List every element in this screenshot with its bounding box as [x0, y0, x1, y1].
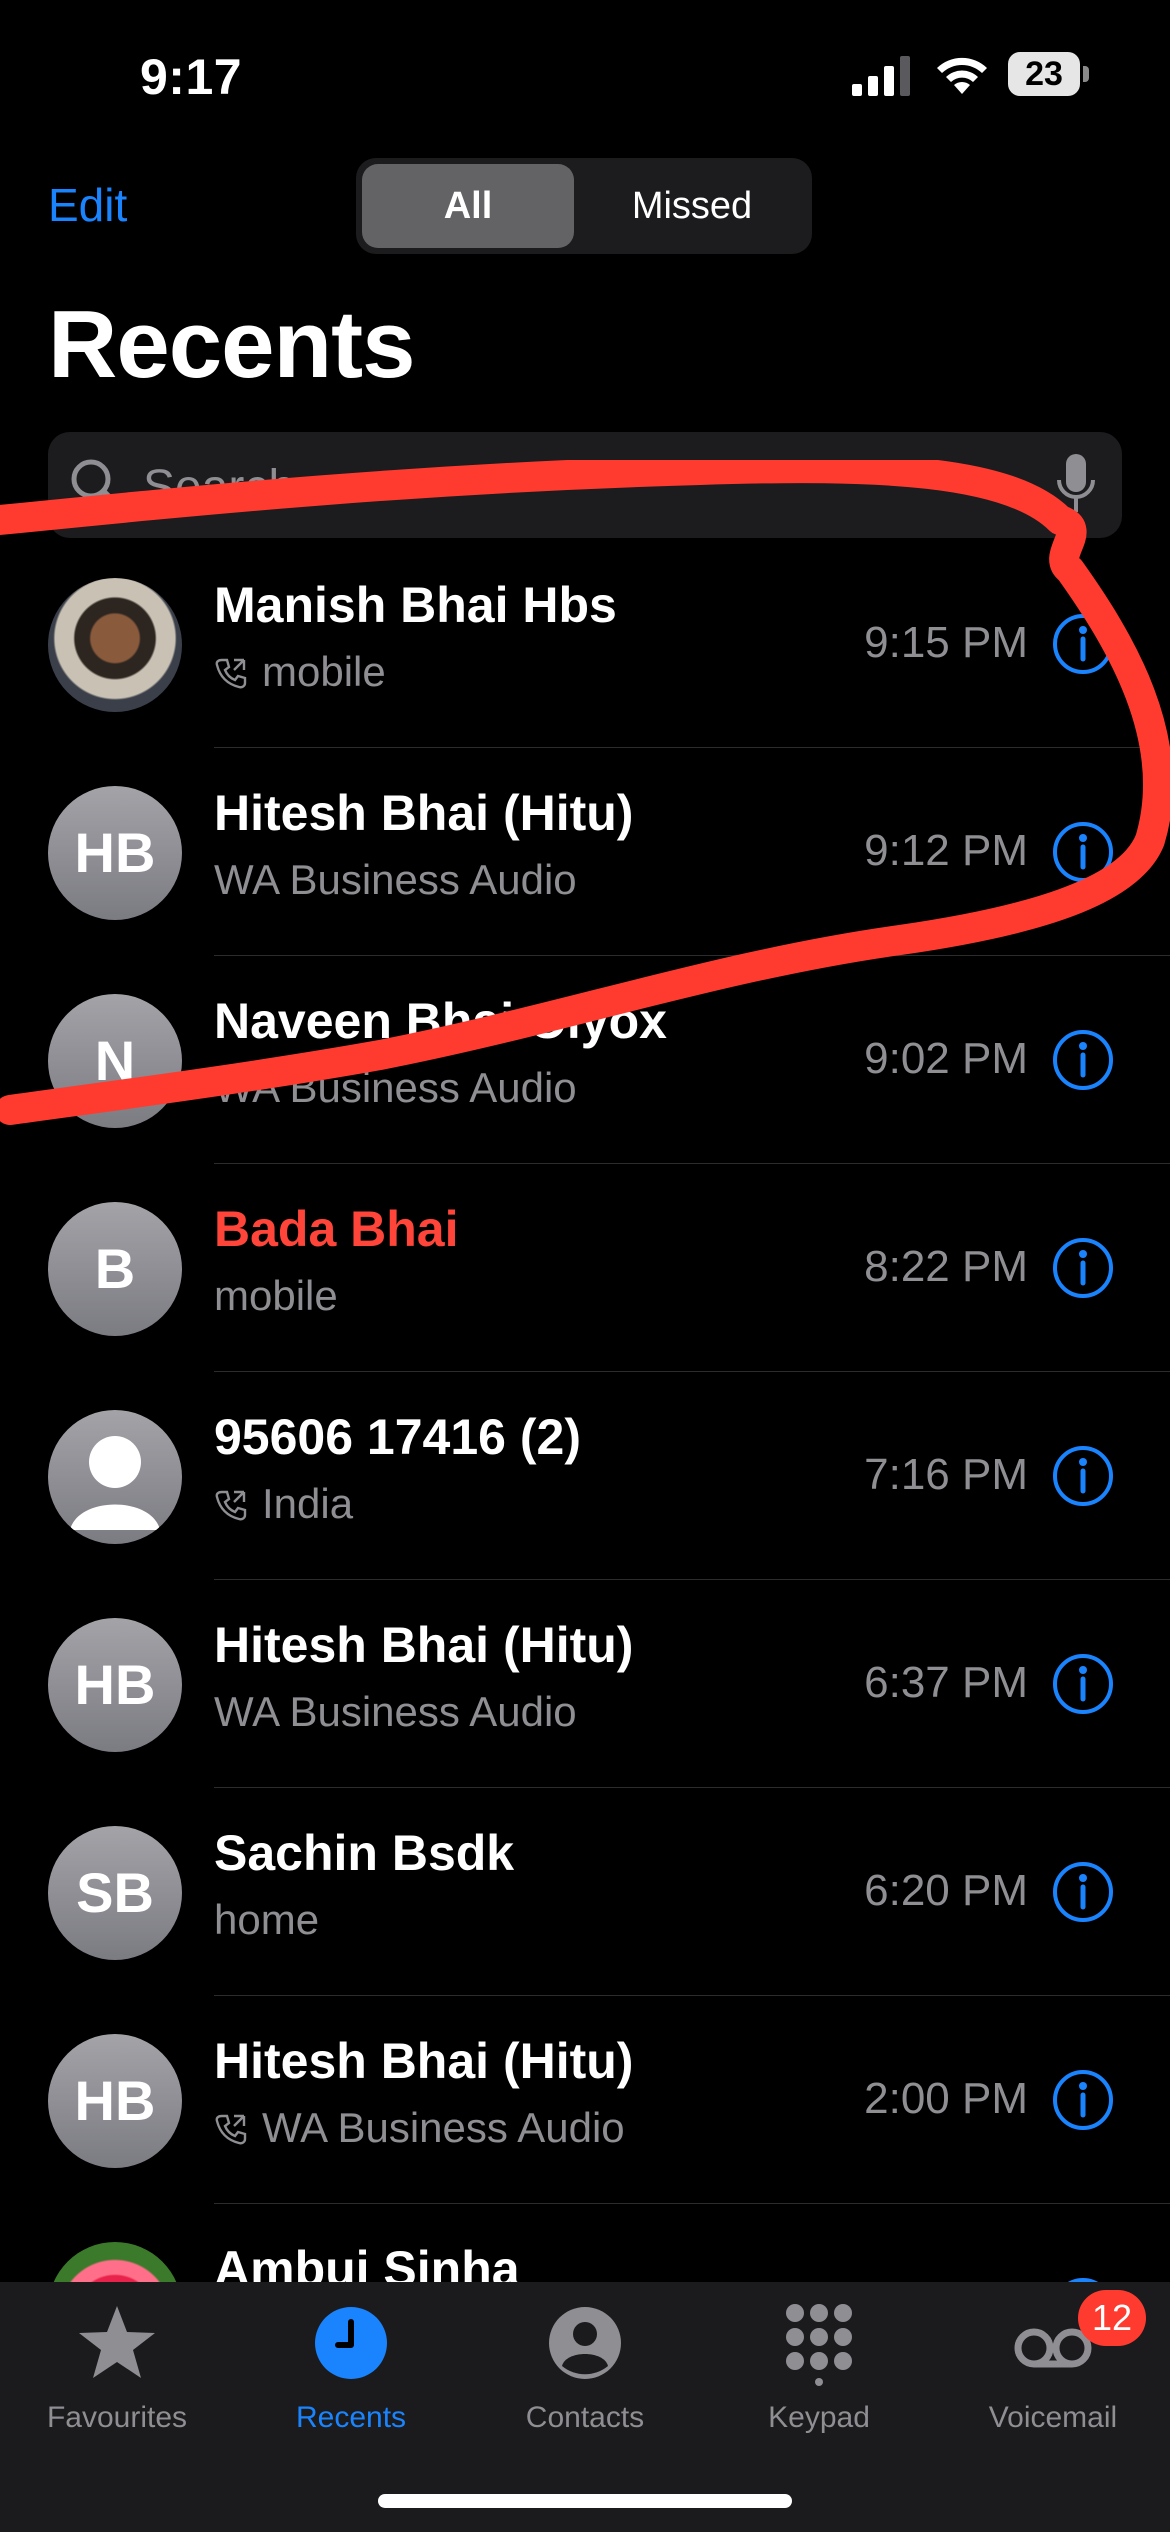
tab-label: Recents	[295, 2401, 407, 2434]
call-row[interactable]: Manish Bhai Hbs mobile 9:15 PM	[0, 540, 1170, 748]
info-icon[interactable]	[1052, 821, 1114, 883]
call-row[interactable]: HB Hitesh Bhai (Hitu) WA Business Audio 9:1…	[0, 748, 1170, 956]
avatar	[48, 1410, 182, 1544]
call-time: 8:22 PM	[864, 1242, 1028, 1291]
call-type-label: home	[214, 1896, 320, 1943]
person-placeholder-icon	[70, 1436, 160, 1530]
cellular-signal-icon	[852, 56, 910, 96]
info-icon[interactable]	[1052, 2069, 1114, 2131]
battery-level: 23	[1025, 55, 1063, 93]
search-placeholder: Search	[143, 461, 296, 514]
call-type-label: WA Business Audio	[262, 2104, 625, 2151]
caller-name: Hitesh Bhai (Hitu)	[214, 2033, 634, 2089]
call-type: mobile	[214, 648, 386, 696]
avatar: SB	[48, 1826, 182, 1960]
caller-name: Naveen Bhai Olyox	[214, 993, 667, 1049]
info-icon[interactable]	[1052, 1237, 1114, 1299]
info-icon[interactable]	[1052, 1029, 1114, 1091]
call-time: 7:16 PM	[864, 1450, 1028, 1499]
tab-label: Keypad	[768, 2401, 870, 2434]
page-title: Recents	[48, 291, 415, 398]
info-icon[interactable]	[1052, 613, 1114, 675]
call-type-label: mobile	[214, 1272, 338, 1319]
search-field[interactable]: Search	[48, 432, 1122, 538]
microphone-icon[interactable]	[1056, 452, 1096, 516]
call-type: India	[214, 1480, 353, 1528]
call-type-label: mobile	[262, 648, 386, 695]
info-icon[interactable]	[1052, 1445, 1114, 1507]
call-type: WA Business Audio	[214, 1688, 577, 1736]
call-time: 6:37 PM	[864, 1658, 1028, 1707]
tab-label: Contacts	[525, 2401, 645, 2434]
call-type: WA Business Audio	[214, 2104, 625, 2152]
person-circle-icon	[549, 2307, 621, 2379]
tab-keypad[interactable]: Keypad	[702, 2300, 936, 2435]
call-time: 9:02 PM	[864, 1034, 1028, 1083]
call-row[interactable]: B Bada Bhai mobile 8:22 PM	[0, 1164, 1170, 1372]
call-time: 2:00 PM	[864, 2074, 1028, 2123]
phone-icon	[215, 1490, 247, 1521]
call-row[interactable]: SB Sachin Bsdk home 6:20 PM	[0, 1788, 1170, 1996]
avatar: N	[48, 994, 182, 1128]
tab-recents[interactable]: Recents	[234, 2300, 468, 2435]
avatar: HB	[48, 2034, 182, 2168]
keypad-icon	[786, 2304, 852, 2386]
wifi-icon	[937, 57, 987, 94]
call-row[interactable]: HB Hitesh Bhai (Hitu) WA Business Audio 2:0…	[0, 1996, 1170, 2204]
avatar: B	[48, 1202, 182, 1336]
caller-name: Hitesh Bhai (Hitu)	[214, 1617, 634, 1673]
edit-button[interactable]: Edit	[48, 178, 127, 232]
call-time: 6:20 PM	[864, 1866, 1028, 1915]
avatar: HB	[48, 1618, 182, 1752]
call-row[interactable]: 95606 17416 (2) India 7:16 PM	[0, 1372, 1170, 1580]
caller-name: 95606 17416 (2)	[214, 1409, 581, 1465]
call-row[interactable]: N Naveen Bhai Olyox WA Business Audio 9:02 …	[0, 956, 1170, 1164]
clock-icon	[315, 2307, 387, 2379]
caller-name: Bada Bhai	[214, 1201, 459, 1257]
call-row[interactable]: HB Hitesh Bhai (Hitu) WA Business Audio 6:3…	[0, 1580, 1170, 1788]
caller-name: Sachin Bsdk	[214, 1825, 515, 1881]
tab-contacts[interactable]: Contacts	[468, 2300, 702, 2435]
call-type-label: WA Business Audio	[214, 856, 577, 903]
avatar: HB	[48, 786, 182, 920]
filter-segmented-control: All Missed	[356, 158, 812, 254]
phone-icon	[215, 2114, 247, 2145]
segment-missed[interactable]: Missed	[578, 164, 806, 248]
star-icon	[79, 2306, 155, 2378]
call-type: home	[214, 1896, 319, 1944]
call-type-label: WA Business Audio	[214, 1064, 577, 1111]
call-type-label: WA Business Audio	[214, 1688, 577, 1735]
voicemail-badge: 12	[1078, 2290, 1146, 2346]
battery-indicator: 23	[1008, 52, 1090, 98]
avatar	[48, 578, 182, 712]
recent-calls-list: Manish Bhai Hbs mobile 9:15 PM HB Hitesh Bha…	[0, 540, 1170, 2412]
call-type-label: India	[262, 1480, 354, 1527]
call-time: 9:12 PM	[864, 826, 1028, 875]
home-indicator[interactable]	[378, 2494, 792, 2508]
call-type: WA Business Audio	[214, 856, 577, 904]
call-type: WA Business Audio	[214, 1064, 577, 1112]
segment-all[interactable]: All	[362, 164, 574, 248]
tab-label: Favourites	[46, 2401, 188, 2434]
search-icon	[71, 459, 122, 510]
phone-icon	[215, 658, 247, 689]
call-time: 9:15 PM	[864, 618, 1028, 667]
tab-label: Voicemail	[988, 2401, 1118, 2434]
caller-name: Manish Bhai Hbs	[214, 577, 617, 633]
tab-favourites[interactable]: Favourites	[0, 2300, 234, 2435]
info-icon[interactable]	[1052, 1653, 1114, 1715]
caller-name: Hitesh Bhai (Hitu)	[214, 785, 634, 841]
info-icon[interactable]	[1052, 1861, 1114, 1923]
status-time: 9:17	[140, 49, 243, 105]
call-type: mobile	[214, 1272, 338, 1320]
